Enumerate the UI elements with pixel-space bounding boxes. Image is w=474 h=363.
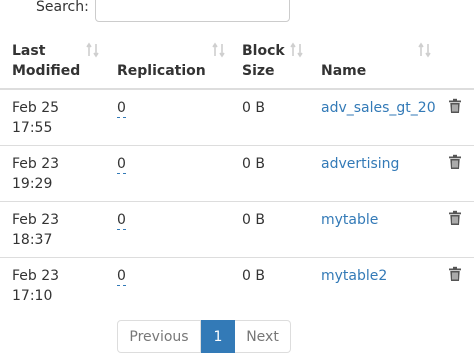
replication-value[interactable]: 0 bbox=[117, 100, 126, 118]
modified-date: Feb 25 bbox=[12, 100, 60, 116]
files-table: Last Modified Replication Block Size Nam… bbox=[0, 35, 474, 314]
replication-cell[interactable]: 0 bbox=[117, 266, 126, 286]
sort-icon[interactable] bbox=[86, 42, 100, 58]
replication-value[interactable]: 0 bbox=[117, 268, 126, 286]
block-size-cell: 0 B bbox=[242, 268, 265, 284]
next-page-button[interactable]: Next bbox=[235, 320, 291, 353]
file-name-link[interactable]: mytable bbox=[321, 210, 378, 230]
table-row: Feb 23 19:29 0 0 B advertising bbox=[0, 146, 474, 202]
last-modified-cell: Feb 23 18:37 bbox=[12, 210, 59, 250]
trash-icon[interactable] bbox=[448, 98, 462, 114]
replication-value[interactable]: 0 bbox=[117, 156, 126, 174]
trash-icon[interactable] bbox=[448, 266, 462, 282]
search-label: Search: bbox=[36, 0, 89, 15]
last-modified-cell: Feb 25 17:55 bbox=[12, 98, 59, 138]
modified-time: 19:29 bbox=[12, 176, 53, 192]
page-1-button[interactable]: 1 bbox=[201, 320, 235, 353]
modified-date: Feb 23 bbox=[12, 268, 60, 284]
trash-icon[interactable] bbox=[448, 154, 462, 170]
modified-date: Feb 23 bbox=[12, 212, 60, 228]
replication-value[interactable]: 0 bbox=[117, 212, 126, 230]
last-modified-cell: Feb 23 19:29 bbox=[12, 154, 59, 194]
last-modified-cell: Feb 23 17:10 bbox=[12, 266, 59, 306]
file-browser-page: Search: Last Modified Replication Block … bbox=[0, 0, 474, 363]
trash-icon[interactable] bbox=[448, 210, 462, 226]
table-row: Feb 23 17:10 0 0 B mytable2 bbox=[0, 258, 474, 314]
column-header-block-size[interactable]: Block Size bbox=[242, 41, 285, 81]
column-header-name[interactable]: Name bbox=[321, 61, 366, 81]
column-header-last-modified[interactable]: Last Modified bbox=[12, 41, 80, 81]
column-header-replication[interactable]: Replication bbox=[117, 61, 206, 81]
file-name-link[interactable]: mytable2 bbox=[321, 266, 387, 286]
column-header-block-size-line1: Block bbox=[242, 43, 285, 59]
search-row: Search: bbox=[0, 0, 474, 24]
table-header: Last Modified Replication Block Size Nam… bbox=[0, 35, 474, 90]
column-header-block-size-line2: Size bbox=[242, 63, 275, 79]
modified-date: Feb 23 bbox=[12, 156, 60, 172]
block-size-cell: 0 B bbox=[242, 212, 265, 228]
table-row: Feb 25 17:55 0 0 B adv_sales_gt_20 bbox=[0, 90, 474, 146]
previous-page-button[interactable]: Previous bbox=[117, 320, 201, 353]
modified-time: 17:55 bbox=[12, 120, 53, 136]
pagination: Previous 1 Next bbox=[117, 320, 291, 353]
sort-icon[interactable] bbox=[212, 42, 226, 58]
replication-cell[interactable]: 0 bbox=[117, 154, 126, 174]
block-size-cell: 0 B bbox=[242, 100, 265, 116]
modified-time: 17:10 bbox=[12, 288, 53, 304]
replication-cell[interactable]: 0 bbox=[117, 210, 126, 230]
search-input[interactable] bbox=[95, 0, 290, 22]
sort-icon[interactable] bbox=[418, 42, 432, 58]
column-header-last-modified-line1: Last bbox=[12, 43, 46, 59]
modified-time: 18:37 bbox=[12, 232, 53, 248]
file-name-link[interactable]: advertising bbox=[321, 154, 399, 174]
file-name-link[interactable]: adv_sales_gt_20 bbox=[321, 98, 436, 118]
column-header-last-modified-line2: Modified bbox=[12, 63, 81, 79]
sort-icon[interactable] bbox=[290, 42, 304, 58]
block-size-cell: 0 B bbox=[242, 156, 265, 172]
replication-cell[interactable]: 0 bbox=[117, 98, 126, 118]
table-row: Feb 23 18:37 0 0 B mytable bbox=[0, 202, 474, 258]
